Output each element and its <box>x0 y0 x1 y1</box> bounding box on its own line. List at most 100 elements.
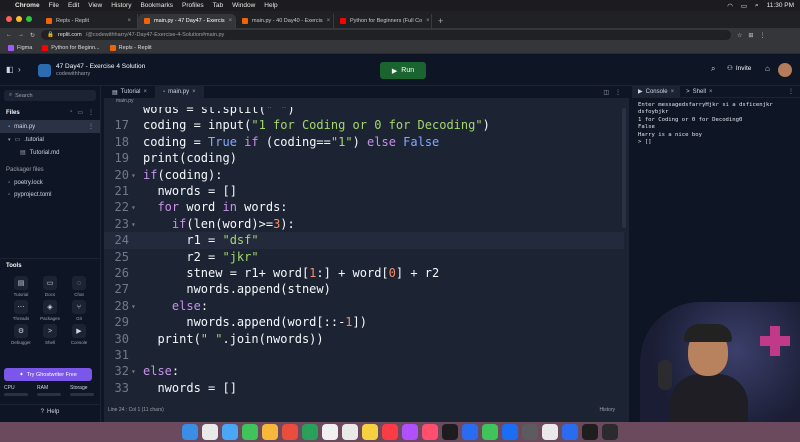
browser-tab-repls[interactable]: Repls - Replit × <box>40 14 138 28</box>
code-area[interactable]: words = st.split(" ") 17 coding = input("1… <box>104 107 629 400</box>
tool-tutorial[interactable]: ▤ Tutorial <box>8 276 34 297</box>
avatar[interactable] <box>778 63 792 77</box>
code-line[interactable]: words = st.split(" ") <box>104 107 624 118</box>
dock-app-icon[interactable] <box>362 424 378 440</box>
code-line[interactable]: 22 ▾ for word in words: <box>104 199 624 216</box>
code-line[interactable]: 25 r2 = "jkr" <box>104 249 624 266</box>
file-main-py[interactable]: ▪ main.py ⋮ <box>0 120 100 133</box>
help-button[interactable]: ? Help <box>0 404 100 418</box>
code-line[interactable]: 29 nwords.append(word[::-1]) <box>104 314 624 331</box>
dock-app-icon[interactable] <box>482 424 498 440</box>
close-tab-icon[interactable]: × <box>671 89 675 95</box>
code-line[interactable]: 27 nwords.append(stnew) <box>104 281 624 298</box>
code-line[interactable]: 26 stnew = r1+ word[1:] + word[0] + r2 <box>104 265 624 282</box>
menubar-app-name[interactable]: Chrome <box>15 2 40 9</box>
tool-shell[interactable]: > Shell <box>37 324 63 345</box>
split-pane-icon[interactable]: ◫ <box>603 89 609 96</box>
battery-icon[interactable]: ▭ <box>741 2 747 10</box>
fold-chevron-icon[interactable]: ▾ <box>131 167 141 184</box>
code-line[interactable]: 30 print(" ".join(nwords)) <box>104 331 624 348</box>
dock-app-icon[interactable] <box>502 424 518 440</box>
close-tab-icon[interactable]: × <box>127 18 131 24</box>
menubar-edit[interactable]: Edit <box>68 2 79 9</box>
dock-app-icon[interactable] <box>462 424 478 440</box>
bookmark-figma[interactable]: Figma <box>8 44 32 51</box>
tab-main-py[interactable]: ▪ main.py × <box>154 86 204 98</box>
dock-app-icon[interactable] <box>282 424 298 440</box>
file-tutorial-md[interactable]: ▤ Tutorial.md <box>0 146 100 159</box>
menubar-clock[interactable]: 11:30 PM <box>767 2 794 10</box>
notifications-icon[interactable]: ⌂ <box>765 64 770 73</box>
zoom-window-button[interactable] <box>26 16 32 22</box>
tool-chat[interactable]: ◌ Chat <box>66 276 92 297</box>
address-bar[interactable]: 🔒 replit.com/@codewithharry/47-Day47-Exe… <box>41 30 732 40</box>
resource-stats[interactable]: CPU RAM Storage <box>4 385 94 396</box>
dock-app-icon[interactable] <box>582 424 598 440</box>
tool-packages[interactable]: ◈ Packages <box>37 300 63 321</box>
code-line[interactable]: 18 coding = True if (coding=="1") else Fa… <box>104 134 624 151</box>
file-menu-icon[interactable]: ⋮ <box>88 123 94 130</box>
file-pyproject-toml[interactable]: ▫ pyproject.toml <box>0 189 100 201</box>
sidebar-toggle-icon[interactable]: ◧ <box>6 65 14 74</box>
dock-app-icon[interactable] <box>602 424 618 440</box>
pane-menu-icon[interactable]: ⋮ <box>788 88 800 95</box>
console-output[interactable]: Enter messagedsfarryHjkr si a dsficenjkr… <box>632 98 800 150</box>
fold-chevron-icon[interactable]: ▾ <box>131 199 141 216</box>
code-line[interactable]: 21 nwords = [] <box>104 183 624 200</box>
file-poetry-lock[interactable]: ▫ poetry.lock <box>0 177 100 189</box>
code-line[interactable]: 20 ▾ if(coding): <box>104 167 624 184</box>
menubar-view[interactable]: View <box>88 2 102 9</box>
dock-app-icon[interactable] <box>302 424 318 440</box>
dock-app-icon[interactable] <box>182 424 198 440</box>
bookmark-python[interactable]: Python for Beginn... <box>42 44 100 51</box>
invite-button[interactable]: ⚇ Invite <box>727 64 751 73</box>
menubar-file[interactable]: File <box>49 2 59 9</box>
back-icon[interactable]: ← <box>6 32 12 38</box>
code-line[interactable]: 31 <box>104 347 624 364</box>
menubar-tab[interactable]: Tab <box>213 2 223 9</box>
tool-threads[interactable]: ⋯ Threads <box>8 300 34 321</box>
pane-menu-icon[interactable]: ⋮ <box>615 89 621 96</box>
folder-tutorial[interactable]: ▾ ▭ .tutorial <box>0 133 100 146</box>
close-tab-icon[interactable]: × <box>426 18 430 24</box>
new-file-icon[interactable]: ▫ <box>70 109 72 116</box>
reload-icon[interactable]: ↻ <box>30 32 35 39</box>
close-tab-icon[interactable]: × <box>709 89 713 95</box>
menubar-history[interactable]: History <box>111 2 131 9</box>
ghostwriter-button[interactable]: ✦ Try Ghostwriter Free <box>4 368 92 381</box>
tab-console[interactable]: ▶ Console × <box>632 85 681 98</box>
fold-chevron-icon[interactable]: ▾ <box>131 363 141 380</box>
editor-scrollbar[interactable] <box>622 108 626 228</box>
browser-menu-icon[interactable]: ⋮ <box>759 32 765 39</box>
tab-shell[interactable]: > Shell × <box>680 86 718 98</box>
breadcrumb[interactable]: main.py <box>104 98 629 107</box>
fold-chevron-icon[interactable]: ▾ <box>131 216 141 233</box>
dock-app-icon[interactable] <box>242 424 258 440</box>
new-folder-icon[interactable]: ▭ <box>77 109 83 116</box>
new-tab-button[interactable]: + <box>432 14 449 28</box>
tab-tutorial[interactable]: ▤ Tutorial × <box>104 86 155 98</box>
close-tab-icon[interactable]: × <box>143 89 147 95</box>
fold-chevron-icon[interactable]: ▾ <box>131 298 141 315</box>
dock-app-icon[interactable] <box>262 424 278 440</box>
bookmark-repls[interactable]: Repls - Replit <box>109 44 152 51</box>
tool-docs[interactable]: ▭ Docs <box>37 276 63 297</box>
dock-app-icon[interactable] <box>442 424 458 440</box>
tool-console[interactable]: ▶ Console <box>66 324 92 345</box>
more-options-icon[interactable]: ⋮ <box>88 109 94 116</box>
code-line[interactable]: 24 r1 = "dsf" <box>104 232 624 250</box>
menubar-window[interactable]: Window <box>232 2 255 9</box>
wifi-icon[interactable]: ◠ <box>727 2 733 10</box>
close-window-button[interactable] <box>6 16 12 22</box>
browser-tab-day40[interactable]: main.py - 40 Day40 - Exercis × <box>236 14 334 28</box>
dock-app-icon[interactable] <box>342 424 358 440</box>
dock-app-icon[interactable] <box>202 424 218 440</box>
dock-app-icon[interactable] <box>542 424 558 440</box>
code-line[interactable]: 23 ▾ if(len(word)>=3): <box>104 216 624 233</box>
browser-tab-day47[interactable]: main.py - 47 Day47 - Exercis × <box>138 14 236 28</box>
code-line[interactable]: 28 ▾ else: <box>104 298 624 315</box>
menubar-profiles[interactable]: Profiles <box>182 2 204 9</box>
dock-app-icon[interactable] <box>222 424 238 440</box>
code-line[interactable]: 33 nwords = [] <box>104 380 624 397</box>
browser-tab-youtube[interactable]: Python for Beginners (Full Co × <box>334 14 432 28</box>
